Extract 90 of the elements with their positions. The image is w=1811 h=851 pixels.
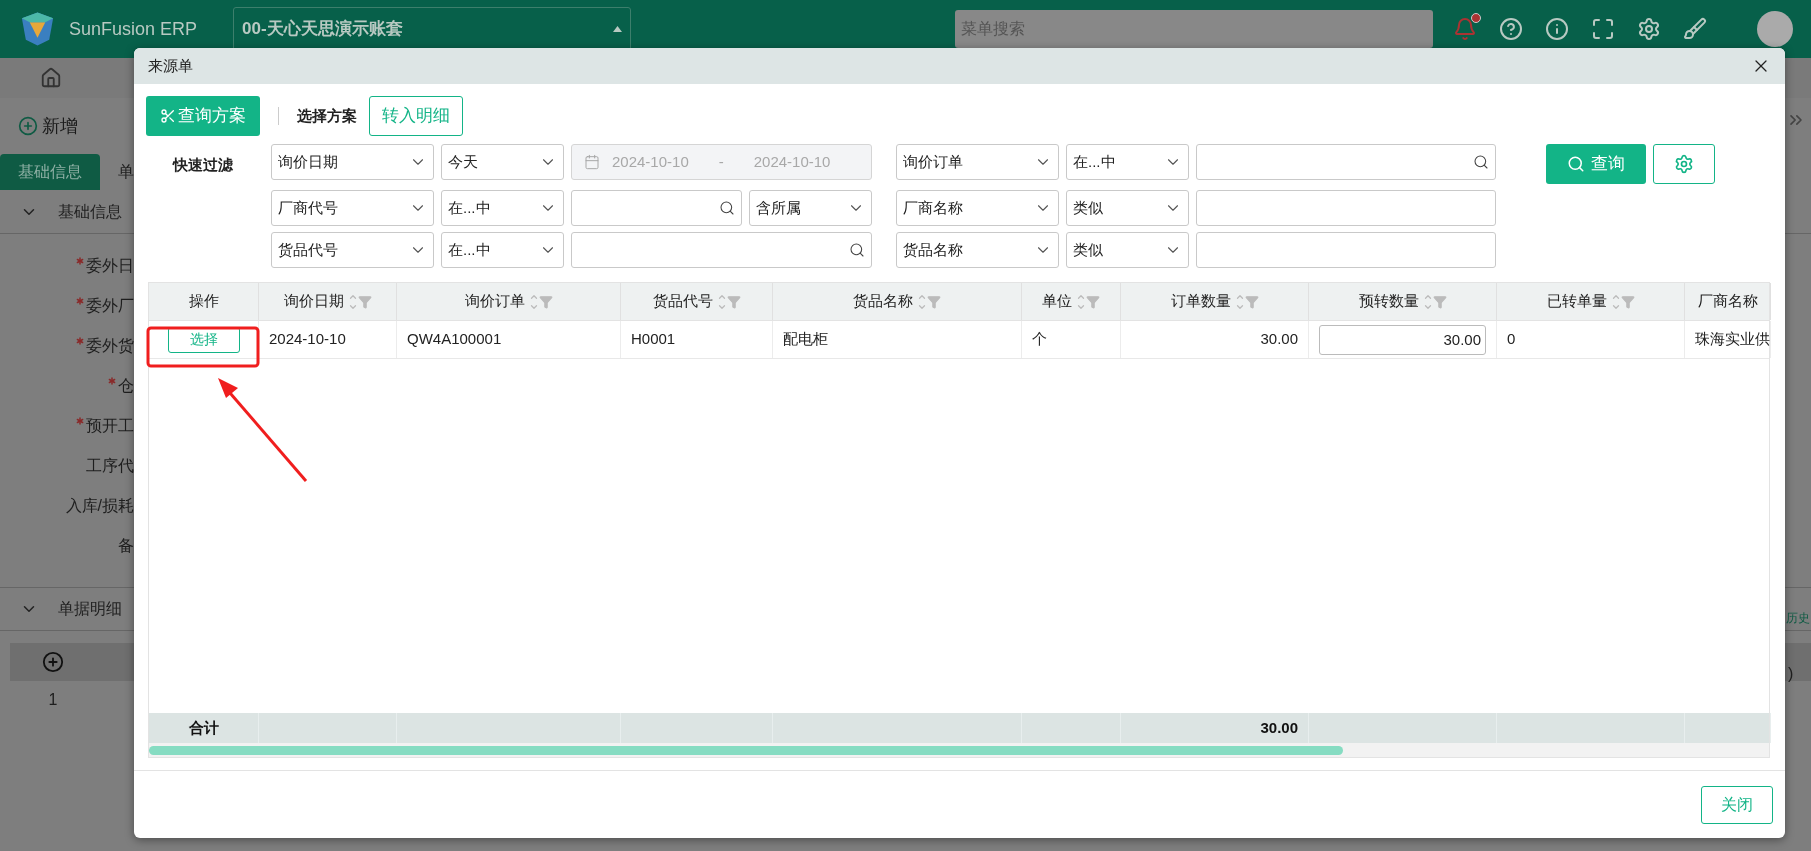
field-label: 工序代 <box>86 456 134 476</box>
plus-icon <box>18 116 38 136</box>
caret-icon <box>612 26 622 32</box>
required-icon <box>74 415 86 427</box>
filter-icon[interactable] <box>726 294 741 309</box>
search-icon <box>1567 155 1585 173</box>
table-cell-text: 配电柜 <box>783 329 828 350</box>
total-value: 30.00 <box>1260 717 1298 738</box>
calendar-icon <box>584 154 600 170</box>
column-header[interactable]: 厂商名称 <box>1685 283 1771 320</box>
search-icon <box>719 200 735 216</box>
dialog-title: 来源单 <box>148 55 193 76</box>
column-header[interactable]: 预转数量 <box>1309 283 1497 320</box>
select-field[interactable]: 在...中 <box>441 232 564 268</box>
select-field[interactable]: 询价日期 <box>271 144 434 180</box>
field-label: 备 <box>118 536 134 556</box>
select-field[interactable]: 货品名称 <box>896 232 1059 268</box>
input-field[interactable] <box>1196 232 1496 268</box>
required-icon <box>74 255 86 267</box>
select-field[interactable]: 今天 <box>441 144 564 180</box>
column-header[interactable]: 单位 <box>1022 283 1121 320</box>
table-cell-text: 2024-10-10 <box>269 329 346 350</box>
quantity-input[interactable]: 30.00 <box>1319 324 1486 355</box>
required-icon <box>106 375 118 387</box>
column-header[interactable]: 货品代号 <box>621 283 773 320</box>
field-label: 委外厂 <box>74 294 134 317</box>
help-icon[interactable] <box>1499 17 1523 41</box>
scrollbar-thumb[interactable] <box>149 745 1343 755</box>
select-field[interactable]: 询价订单 <box>896 144 1059 180</box>
filter-icon[interactable] <box>538 294 553 309</box>
search-icon <box>1473 154 1489 170</box>
column-header[interactable]: 询价订单 <box>397 283 621 320</box>
select-field[interactable]: 在...中 <box>1066 144 1189 180</box>
scheme-label: 选择方案 <box>297 105 357 126</box>
settings-icon <box>1674 154 1694 174</box>
column-header-fragment: ) <box>1788 664 1794 684</box>
table-cell-text: 个 <box>1032 329 1047 350</box>
input-field[interactable] <box>1196 190 1496 226</box>
column-header[interactable]: 货品名称 <box>773 283 1022 320</box>
search-field[interactable] <box>571 190 742 226</box>
select-field[interactable]: 含所属 <box>749 190 872 226</box>
field-label: 入库/损耗 <box>65 496 134 516</box>
search-field[interactable] <box>571 232 872 268</box>
settings-icon[interactable] <box>1637 17 1661 41</box>
section-title: 基础信息 <box>58 201 122 222</box>
select-field[interactable]: 厂商名称 <box>896 190 1059 226</box>
section-title: 单据明细 <box>58 599 122 619</box>
select-field[interactable]: 类似 <box>1066 232 1189 268</box>
column-header[interactable]: 已转单量 <box>1497 283 1685 320</box>
required-icon <box>74 295 86 307</box>
table-cell-text: QW4A100001 <box>407 329 502 350</box>
table-cell-text: H0001 <box>631 329 676 350</box>
column-header[interactable]: 订单数量 <box>1121 283 1309 320</box>
tab[interactable]: 基础信息 <box>0 154 100 190</box>
row-number: 1 <box>47 690 59 710</box>
filter-label: 快速过滤 <box>171 155 234 175</box>
column-header[interactable]: 操作 <box>149 283 259 320</box>
add-row-icon[interactable] <box>42 651 64 673</box>
table-cell-text: 30.00 <box>1259 329 1298 350</box>
settings-button[interactable] <box>1653 144 1715 184</box>
filter-icon[interactable] <box>1086 294 1100 309</box>
column-header[interactable]: 询价日期 <box>259 283 397 320</box>
field-label: 委外货 <box>74 334 134 357</box>
select-field[interactable]: 货品代号 <box>271 232 434 268</box>
avatar-icon[interactable] <box>1757 11 1793 47</box>
add-button[interactable]: 新增 <box>18 112 78 140</box>
search-field[interactable] <box>1196 144 1496 180</box>
info-icon[interactable] <box>1545 17 1569 41</box>
field-label: 仓 <box>106 374 134 397</box>
brush-icon[interactable] <box>1683 17 1707 41</box>
select-field[interactable]: 类似 <box>1066 190 1189 226</box>
field-label: 委外日 <box>74 254 134 277</box>
required-icon <box>74 335 86 347</box>
filter-icon[interactable] <box>1244 294 1259 309</box>
filter-icon[interactable] <box>1432 294 1447 309</box>
table-cell-text: 0 <box>1507 329 1516 350</box>
select-field[interactable]: 在...中 <box>441 190 564 226</box>
scissors-icon <box>160 108 176 124</box>
select-field[interactable]: 厂商代号 <box>271 190 434 226</box>
total-label: 合计 <box>188 717 219 738</box>
filter-icon[interactable] <box>927 294 941 309</box>
table-cell-text: 珠海实业供 <box>1695 329 1770 350</box>
logo-text: SunFusion ERP <box>69 17 198 41</box>
home-icon[interactable] <box>40 67 62 89</box>
fullscreen-icon[interactable] <box>1591 17 1615 41</box>
filter-icon[interactable] <box>1620 294 1635 309</box>
filter-icon[interactable] <box>357 294 372 309</box>
search-icon <box>849 242 865 258</box>
notification-icon[interactable] <box>1453 17 1477 41</box>
field-label: 预开工 <box>74 414 134 437</box>
